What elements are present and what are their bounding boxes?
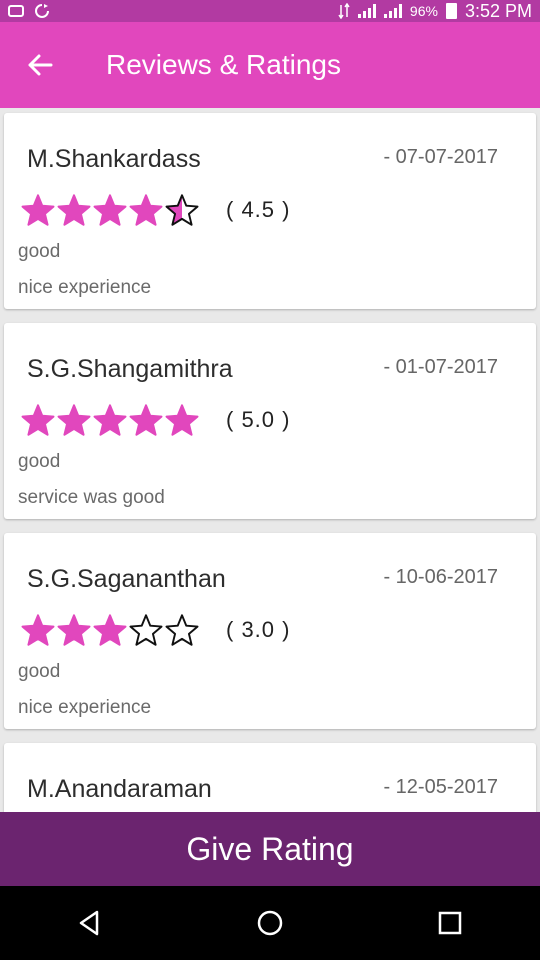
give-rating-button[interactable]: Give Rating	[0, 812, 540, 886]
system-nav-bar	[0, 886, 540, 960]
signal-icon	[357, 4, 376, 18]
star-filled-icon	[21, 194, 55, 226]
review-title: good	[18, 241, 61, 262]
review-card: M.Shankardass - 07-07-2017 ( 4.5 ) good …	[4, 113, 536, 309]
page-title: Reviews & Ratings	[106, 49, 341, 80]
status-bar: 96% 3:52 PM	[0, 0, 540, 22]
status-right: 96% 3:52 PM	[338, 0, 532, 22]
sim-icon	[8, 5, 24, 17]
review-card: S.G.Sagananthan - 10-06-2017 ( 3.0 ) goo…	[4, 533, 536, 729]
star-filled-icon	[57, 614, 91, 646]
app-bar: Reviews & Ratings	[0, 22, 540, 108]
review-card: M.Anandaraman - 12-05-2017	[4, 743, 536, 812]
star-filled-icon	[165, 404, 199, 436]
data-arrows-icon	[338, 3, 350, 19]
review-date: - 10-06-2017	[383, 566, 498, 588]
triangle-back-icon	[79, 910, 99, 936]
review-comment: nice experience	[18, 697, 152, 718]
back-button[interactable]	[0, 22, 80, 108]
star-rating	[20, 613, 200, 647]
star-empty-icon	[165, 614, 199, 646]
reviewer-name: S.G.Sagananthan	[27, 565, 226, 593]
star-rating	[20, 193, 200, 227]
star-filled-icon	[57, 404, 91, 436]
star-filled-icon	[93, 404, 127, 436]
review-card: S.G.Shangamithra - 01-07-2017 ( 5.0 ) go…	[4, 323, 536, 519]
reviews-list[interactable]: M.Shankardass - 07-07-2017 ( 4.5 ) good …	[0, 108, 540, 812]
review-date: - 07-07-2017	[383, 146, 498, 168]
review-comment: nice experience	[18, 277, 152, 298]
review-title: good	[18, 661, 61, 682]
battery-icon	[445, 3, 457, 19]
rating-value: ( 5.0 )	[226, 407, 291, 432]
clock: 3:52 PM	[464, 0, 532, 21]
rating-value: ( 4.5 )	[226, 197, 291, 222]
reviewer-name: M.Anandaraman	[27, 775, 212, 803]
square-recents-icon	[438, 911, 462, 935]
star-rating	[20, 403, 200, 437]
nav-back-button[interactable]	[60, 893, 120, 953]
review-comment: service was good	[18, 487, 165, 508]
star-filled-icon	[57, 194, 91, 226]
sync-icon	[35, 4, 49, 18]
star-filled-icon	[21, 614, 55, 646]
battery-percent: 96%	[409, 3, 438, 19]
review-title: good	[18, 451, 61, 472]
reviewer-name: M.Shankardass	[27, 145, 201, 173]
nav-home-button[interactable]	[240, 893, 300, 953]
star-filled-icon	[129, 404, 163, 436]
rating-value: ( 3.0 )	[226, 617, 291, 642]
arrow-left-icon	[28, 54, 53, 76]
star-filled-icon	[129, 194, 163, 226]
review-date: - 12-05-2017	[383, 776, 498, 798]
star-filled-icon	[93, 194, 127, 226]
reviewer-name: S.G.Shangamithra	[27, 355, 233, 383]
star-filled-icon	[21, 404, 55, 436]
star-half-icon	[165, 194, 199, 226]
circle-home-icon	[257, 910, 283, 936]
review-date: - 01-07-2017	[383, 356, 498, 378]
signal-icon	[383, 4, 402, 18]
status-left	[8, 0, 50, 22]
nav-recents-button[interactable]	[420, 893, 480, 953]
star-filled-icon	[93, 614, 127, 646]
star-empty-icon	[129, 614, 163, 646]
